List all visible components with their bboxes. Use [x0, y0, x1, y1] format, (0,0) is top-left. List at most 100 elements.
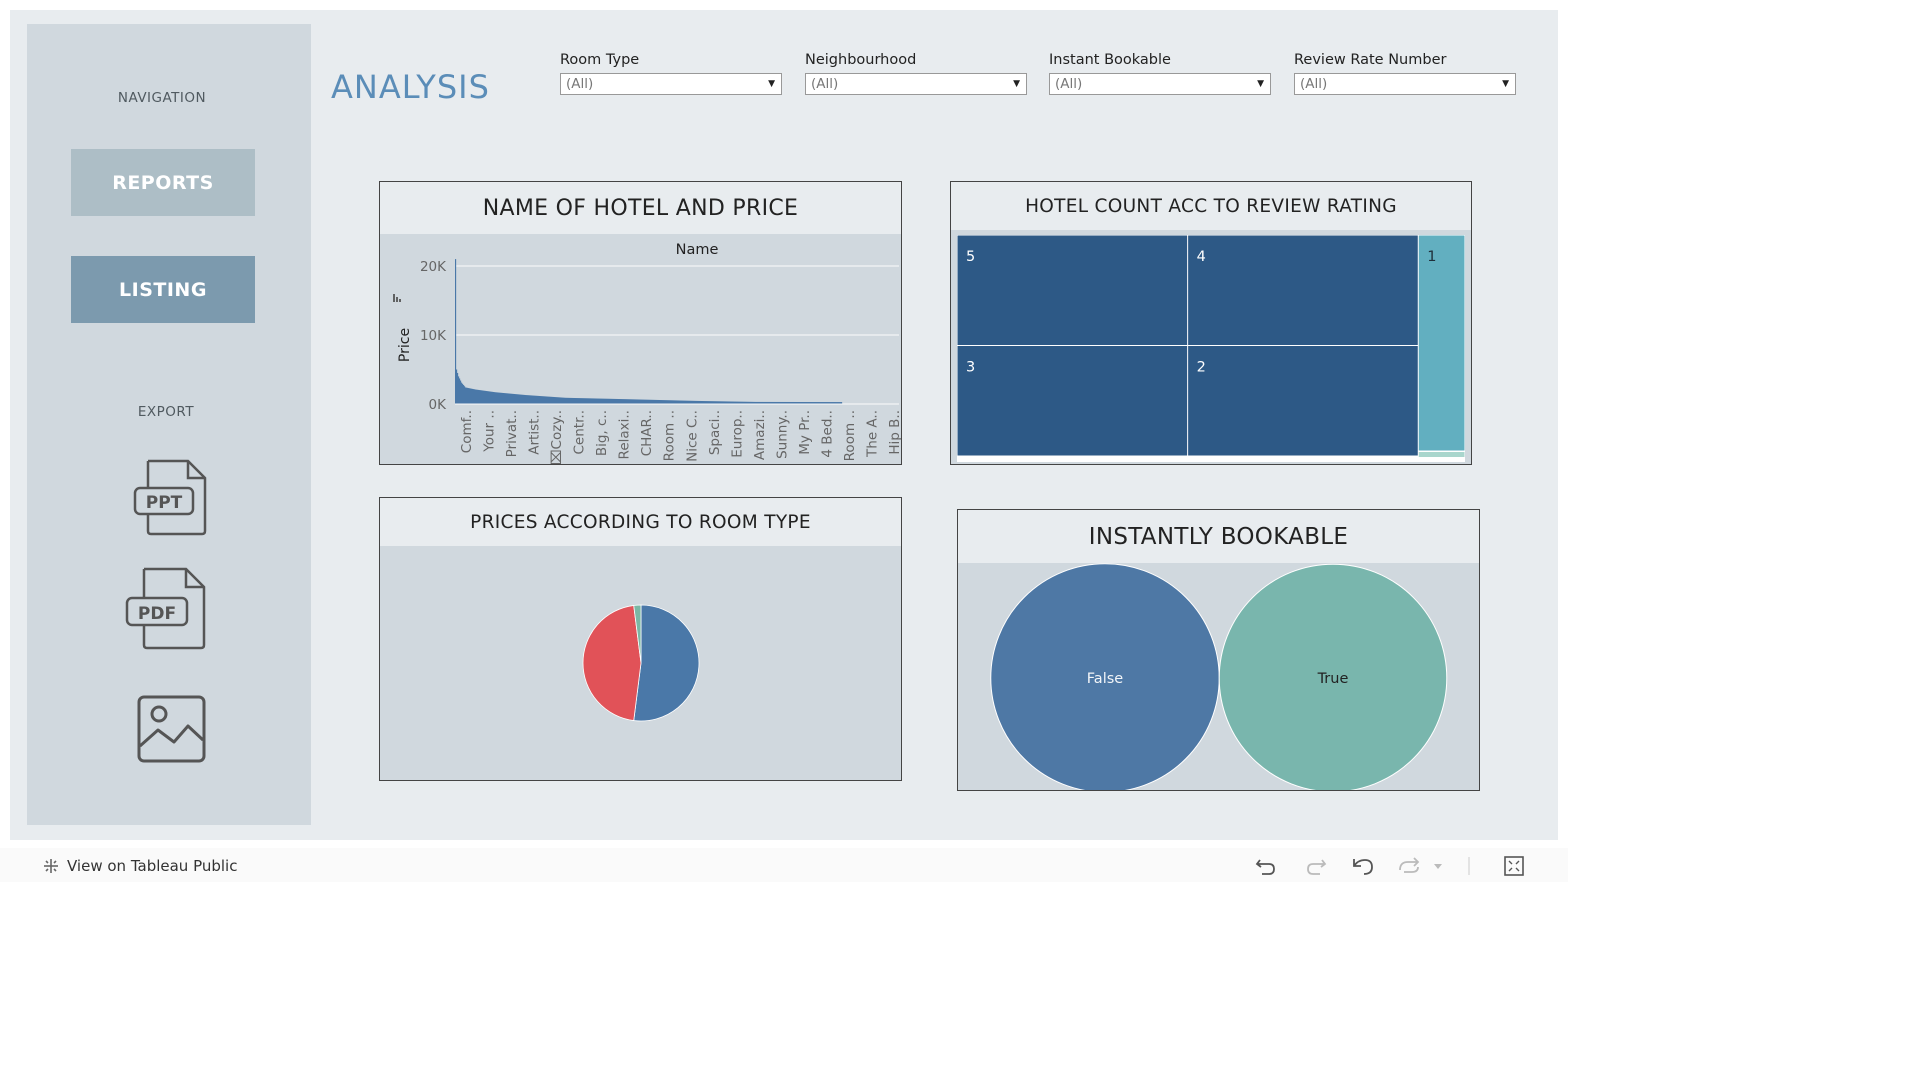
pdf-file-icon[interactable]: PDF: [122, 566, 208, 652]
bar: [675, 400, 677, 404]
bar: [639, 399, 641, 404]
bar: [584, 398, 586, 404]
bar: [486, 391, 488, 404]
bar: [682, 400, 684, 404]
bar: [544, 396, 546, 404]
x-tick-label: Big, c..: [594, 410, 610, 456]
dropdown-arrow-icon: ▼: [768, 79, 775, 89]
bar: [505, 393, 507, 404]
bar: [561, 397, 563, 404]
bar: [510, 393, 512, 404]
dropdown-icon[interactable]: [1432, 860, 1444, 872]
bar: [665, 400, 667, 404]
bar: [651, 399, 653, 404]
bar: [611, 398, 613, 404]
bar: [658, 399, 660, 404]
bar: [660, 400, 662, 404]
bar: [647, 399, 649, 404]
bar: [571, 397, 573, 404]
bar: [495, 392, 497, 404]
bar: [528, 395, 530, 404]
x-tick-label: Privat..: [504, 410, 520, 457]
bar: [619, 399, 621, 404]
bar: [462, 383, 464, 404]
bar: [581, 398, 583, 404]
bar: [585, 398, 587, 404]
page-title: ANALYSIS: [331, 68, 490, 106]
redo-icon[interactable]: [1304, 856, 1328, 876]
bar: [607, 398, 609, 404]
navigation-title: NAVIGATION: [117, 90, 207, 106]
bar: [666, 400, 668, 404]
bar: [617, 398, 619, 404]
bar: [628, 399, 630, 404]
bar: [543, 396, 545, 404]
bar: [579, 398, 581, 404]
bar: [532, 395, 534, 404]
bar: [591, 398, 593, 404]
bar: [569, 397, 571, 404]
bar: [575, 398, 577, 404]
bar: [659, 400, 661, 404]
bar: [636, 399, 638, 404]
bar: [631, 399, 633, 404]
bubble-label: False: [1087, 671, 1123, 687]
bar: [685, 400, 687, 404]
image-icon[interactable]: [136, 694, 208, 764]
bar: [478, 389, 480, 404]
ppt-file-icon[interactable]: PPT: [130, 458, 210, 538]
fullscreen-icon[interactable]: [1503, 856, 1525, 876]
bar: [524, 394, 526, 404]
bar: [490, 391, 492, 404]
bar: [512, 393, 514, 404]
x-tick-label: Comf..: [459, 410, 475, 453]
bar: [477, 389, 479, 404]
bar: [514, 394, 516, 404]
neighbourhood-dropdown[interactable]: (All) ▼: [805, 73, 1027, 95]
bar: [536, 395, 538, 404]
bar: [577, 398, 579, 404]
bar: [550, 396, 552, 404]
reports-button[interactable]: REPORTS: [71, 149, 255, 216]
bar: [461, 382, 463, 404]
bar: [471, 388, 473, 404]
bar: [539, 395, 541, 404]
bar: [476, 389, 478, 404]
bar: [629, 399, 631, 404]
listing-button[interactable]: LISTING: [71, 256, 255, 323]
separator-divider: [1468, 857, 1470, 875]
room-type-panel: PRICES ACCORDING TO ROOM TYPE: [379, 497, 902, 781]
bar: [624, 399, 626, 404]
bar: [488, 391, 490, 404]
bar: [541, 396, 543, 404]
bar: [494, 392, 496, 404]
bar: [649, 399, 651, 404]
bar: [618, 399, 620, 404]
bar: [463, 385, 465, 404]
footer-toolbar: View on Tableau Public: [0, 848, 1568, 882]
view-on-tableau-link[interactable]: View on Tableau Public: [41, 856, 237, 876]
bar: [548, 396, 550, 404]
bar: [537, 395, 539, 404]
bar: [655, 399, 657, 404]
room-type-pie-chart: [582, 604, 700, 722]
bar: [466, 387, 468, 404]
refresh-icon[interactable]: [1396, 856, 1422, 876]
bar: [542, 396, 544, 404]
panel-title: PRICES ACCORDING TO ROOM TYPE: [380, 498, 901, 546]
review-rate-number-dropdown[interactable]: (All) ▼: [1294, 73, 1516, 95]
room-type-dropdown[interactable]: (All) ▼: [560, 73, 782, 95]
bar: [474, 389, 476, 404]
bar: [506, 393, 508, 404]
bar: [498, 392, 500, 404]
x-tick-label: Centr..: [572, 410, 588, 454]
revert-icon[interactable]: [1351, 856, 1377, 876]
bar: [598, 398, 600, 404]
instant-bookable-dropdown[interactable]: (All) ▼: [1049, 73, 1271, 95]
export-title: EXPORT: [137, 404, 195, 420]
undo-icon[interactable]: [1254, 856, 1278, 876]
bar: [599, 398, 601, 404]
filter-room-type: Room Type (All) ▼: [560, 52, 782, 95]
bar: [546, 396, 548, 404]
treemap-cell: [1418, 235, 1465, 451]
